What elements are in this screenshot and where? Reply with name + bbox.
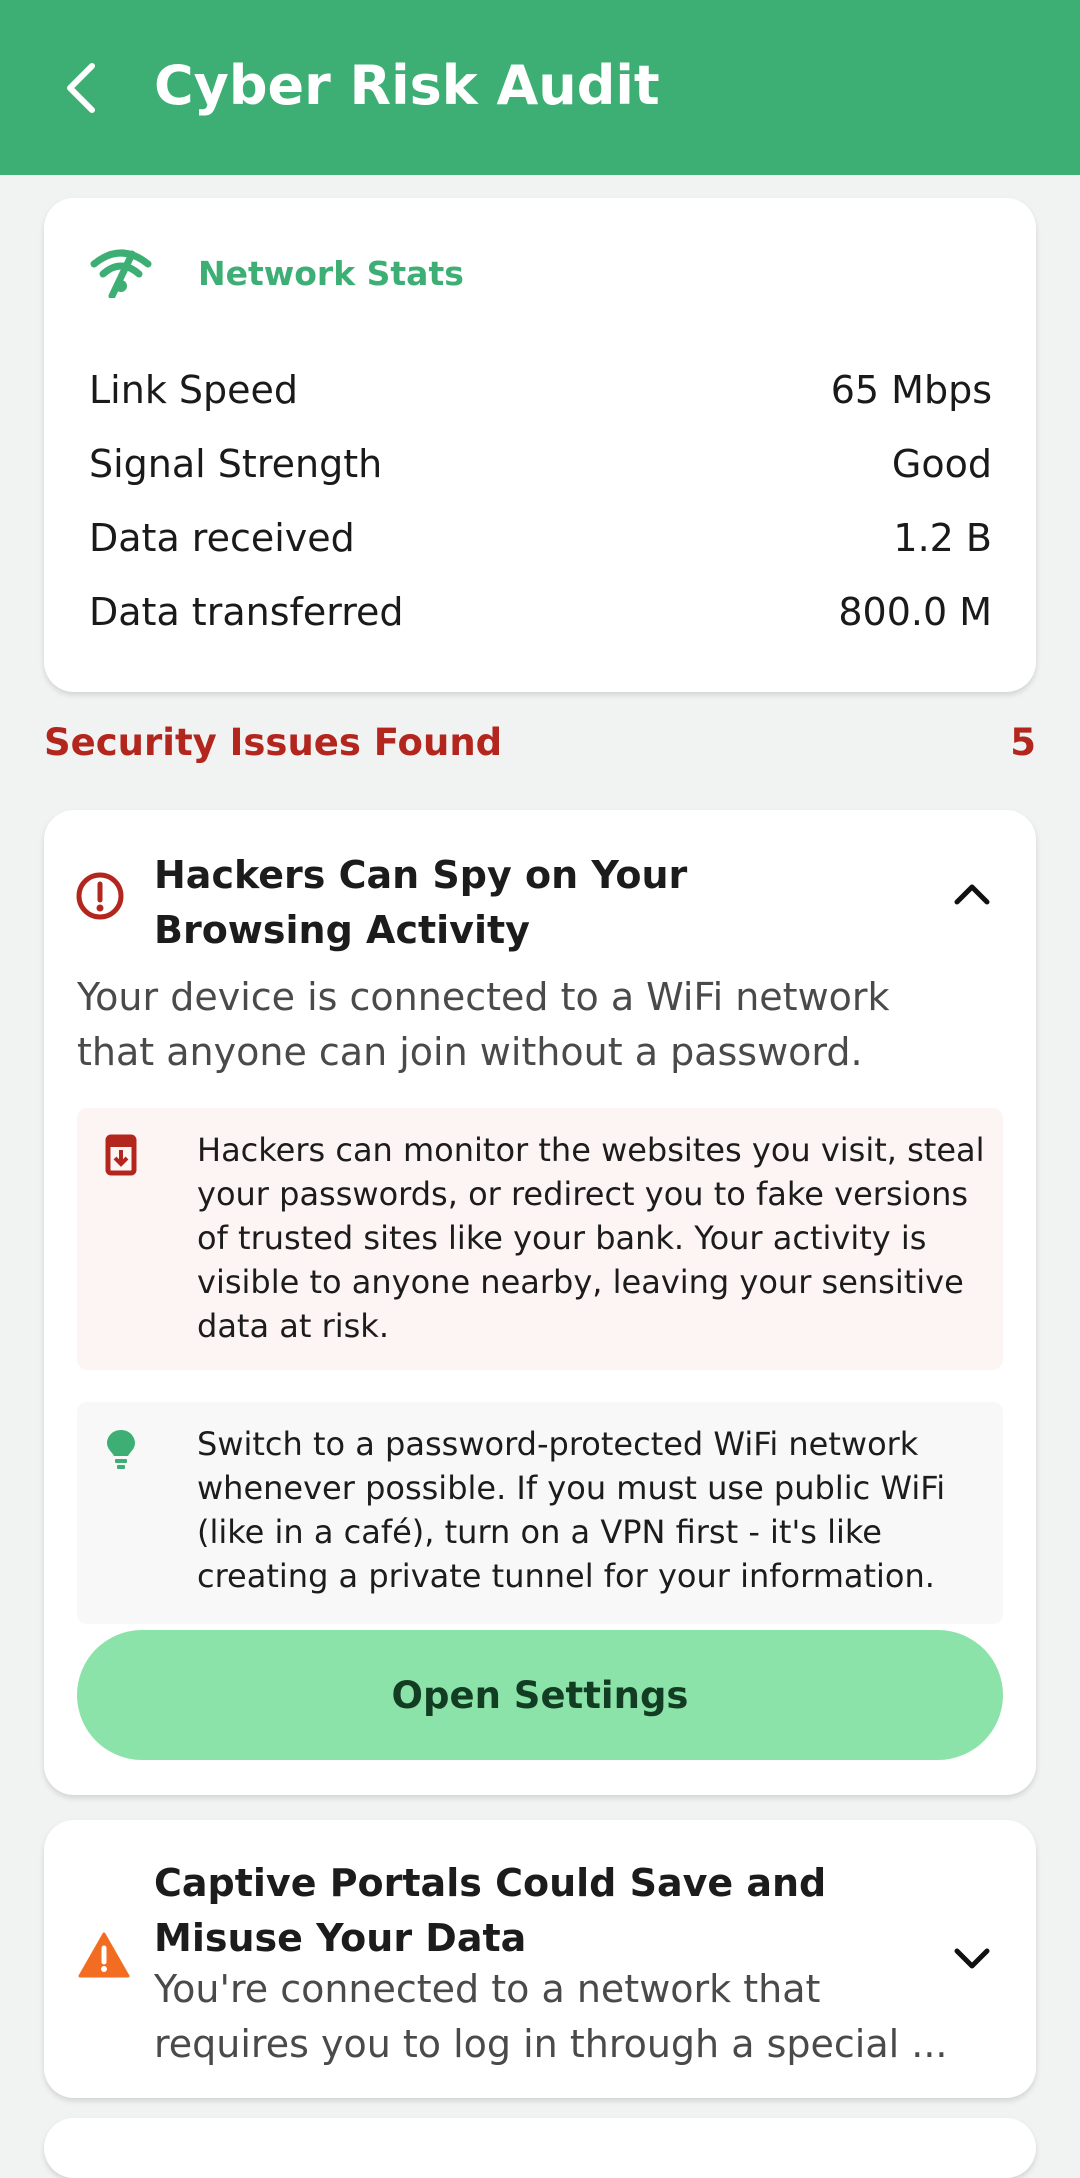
issue-title[interactable]: Captive Portals Could Save and Misuse Yo… <box>154 1856 954 1966</box>
issue-impact-box: Hackers can monitor the websites you vis… <box>77 1108 1003 1370</box>
stat-label: Link Speed <box>89 368 299 412</box>
lightbulb-icon <box>107 1430 135 1469</box>
issue-card[interactable]: Captive Portals Could Save and Misuse Yo… <box>44 1820 1036 2098</box>
issue-tip-box: Switch to a password-protected WiFi netw… <box>77 1402 1003 1624</box>
security-issues-count: 5 <box>1010 720 1036 764</box>
stat-row-data-transferred: Data transferred 800.0 M <box>89 582 992 642</box>
issue-description: Your device is connected to a WiFi netwo… <box>77 975 890 1074</box>
open-settings-button[interactable]: Open Settings <box>77 1630 1003 1760</box>
issue-title[interactable]: Hackers Can Spy on Your Browsing Activit… <box>154 848 894 958</box>
wifi-off-icon <box>90 249 152 298</box>
issue-tip-text: Switch to a password-protected WiFi netw… <box>197 1425 946 1595</box>
issue-card[interactable] <box>44 2118 1036 2178</box>
collapse-button[interactable] <box>952 880 992 910</box>
back-button[interactable] <box>52 58 112 118</box>
security-issues-header: Security Issues Found 5 <box>44 716 1036 768</box>
network-stats-header <box>90 248 152 298</box>
issue-description: You're connected to a network that requi… <box>154 1967 948 2066</box>
download-alert-icon <box>105 1134 137 1176</box>
network-stats-title: Network Stats <box>198 254 464 293</box>
issue-icon-wrap <box>78 1932 130 1982</box>
network-stats-card: Network Stats Link Speed 65 Mbps Signal … <box>44 198 1036 692</box>
issue-card: Hackers Can Spy on Your Browsing Activit… <box>44 810 1036 1795</box>
stat-row-data-received: Data received 1.2 B <box>89 508 992 568</box>
stat-value: Good <box>891 442 992 486</box>
issue-header[interactable] <box>74 870 126 926</box>
warning-triangle-icon <box>78 1932 130 1978</box>
chevron-up-icon <box>954 884 990 905</box>
stat-row-signal-strength: Signal Strength Good <box>89 434 992 494</box>
security-issues-label: Security Issues Found <box>44 720 503 764</box>
stat-value: 800.0 M <box>838 590 992 634</box>
stat-label: Signal Strength <box>89 442 383 486</box>
stat-label: Data received <box>89 516 355 560</box>
chevron-down-icon <box>954 1948 990 1969</box>
app-bar: Cyber Risk Audit <box>0 0 1080 175</box>
expand-button[interactable] <box>952 1946 992 1976</box>
stat-value: 1.2 B <box>893 516 992 560</box>
stat-label: Data transferred <box>89 590 404 634</box>
stat-value: 65 Mbps <box>830 368 992 412</box>
issue-impact-text: Hackers can monitor the websites you vis… <box>197 1131 985 1345</box>
page-title: Cyber Risk Audit <box>154 54 660 117</box>
chevron-left-icon <box>67 63 95 113</box>
stat-row-link-speed: Link Speed 65 Mbps <box>89 360 992 420</box>
error-circle-icon <box>76 872 124 920</box>
